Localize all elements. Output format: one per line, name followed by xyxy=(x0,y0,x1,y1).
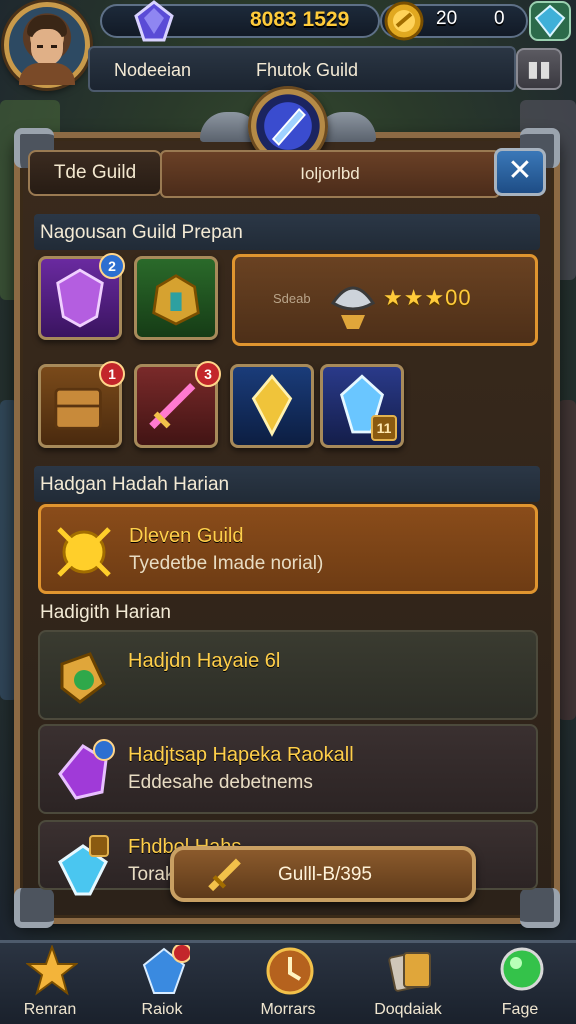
reward-stars: ★★★00 xyxy=(383,285,472,310)
task-desc: Tyedetbe Imade norial) xyxy=(129,553,324,574)
task-card[interactable]: Hadjdn Hayaie 6l xyxy=(38,630,538,720)
nav-item-fage[interactable]: Fage xyxy=(472,943,568,1024)
nav-label: Doqdaiak xyxy=(374,1001,442,1018)
coin-amount-secondary: 0 xyxy=(494,8,505,29)
slot-badge: 11 xyxy=(371,415,397,441)
nav-label: Morrars xyxy=(260,1001,316,1018)
menu-icon: ▮▮ xyxy=(526,56,552,81)
winged-trophy-icon xyxy=(330,286,376,329)
background-tile xyxy=(558,400,576,720)
nav-label: Raiok xyxy=(141,1001,183,1018)
purple-rune-icon xyxy=(58,739,115,800)
top-hud: 8083 1529 20 0 Nodeeian Fhutok Guild ▮▮ xyxy=(0,0,576,96)
nav-item-raiok[interactable]: Raiok xyxy=(114,943,210,1024)
hud-tab-bar: Nodeeian Fhutok Guild xyxy=(88,46,516,92)
task-desc: Eddesahe debetnems xyxy=(128,772,313,793)
item-slot[interactable] xyxy=(134,256,218,340)
close-button[interactable]: ✕ xyxy=(494,148,546,196)
task-card[interactable]: Hadjtsap Hapeka Raokall Eddesahe debetne… xyxy=(38,724,538,814)
blue-crystal-icon xyxy=(251,374,293,437)
sword-icon xyxy=(208,858,241,892)
blue-diamond-icon xyxy=(58,835,109,896)
gold-coin-icon xyxy=(384,1,424,41)
item-slot[interactable] xyxy=(230,364,314,448)
hud-tab-2[interactable]: Fhutok Guild xyxy=(256,60,358,81)
menu-button[interactable]: ▮▮ xyxy=(516,48,562,90)
nav-label: Renran xyxy=(23,1001,77,1018)
cards-icon xyxy=(388,952,431,992)
section-header: Nagousan Guild Prepan xyxy=(34,214,540,250)
nav-item-morrars[interactable]: Morrars xyxy=(240,943,336,1024)
nav-label: Fage xyxy=(501,1001,539,1018)
panel-corner xyxy=(14,888,54,928)
item-slot[interactable]: 1 xyxy=(38,361,125,448)
reward-card[interactable]: Sdeab ★★★00 xyxy=(232,254,538,346)
star-icon xyxy=(26,945,78,996)
reward-label: Sdeab xyxy=(273,291,311,306)
purple-gem-icon xyxy=(134,0,174,42)
gold-amount: 8083 1529 xyxy=(250,8,350,31)
hud-tab-1[interactable]: Nodeeian xyxy=(114,60,191,81)
claim-label: Gulll-B/395 xyxy=(278,864,372,885)
slot-badge: 3 xyxy=(195,361,221,387)
nav-item-doqdaiak[interactable]: Doqdaiak xyxy=(360,943,456,1024)
item-slot[interactable]: 11 xyxy=(320,364,404,448)
claim-guild-button[interactable]: Gulll-B/395 xyxy=(170,846,476,902)
green-orb-icon xyxy=(500,947,544,991)
close-icon: ✕ xyxy=(507,154,533,187)
coin-amount: 20 xyxy=(436,8,458,29)
green-amulet-icon xyxy=(60,652,106,704)
task-card[interactable]: Dleven Guild Tyedetbe Imade norial) xyxy=(38,504,538,594)
green-helm-icon xyxy=(152,274,200,326)
slot-badge: 1 xyxy=(99,361,125,387)
player-avatar[interactable] xyxy=(4,2,90,88)
panel-header: Tde Guild Ioljorlbd ✕ xyxy=(28,148,548,198)
section-header: Hadgan Hadah Harian xyxy=(34,466,540,502)
panel-corner xyxy=(520,888,560,928)
slot-badge: 2 xyxy=(99,253,125,279)
item-slot[interactable]: 2 xyxy=(38,253,125,340)
nav-item-renran[interactable]: Renran xyxy=(2,943,98,1024)
task-title: Dleven Guild xyxy=(129,525,244,547)
section-header: Hadigith Harian xyxy=(40,602,171,623)
task-title: Hadjdn Hayaie 6l xyxy=(128,650,281,672)
clock-shield-icon xyxy=(266,947,314,995)
add-gem-icon[interactable] xyxy=(528,0,572,42)
tab-guild[interactable]: Tde Guild xyxy=(28,150,162,196)
blue-gem-icon xyxy=(142,945,190,994)
gold-coin-icon xyxy=(57,527,111,577)
tab-active[interactable]: Ioljorlbd xyxy=(160,150,500,198)
bottom-nav: Renran Raiok Morrars Doqdaiak Fage xyxy=(0,940,576,1024)
item-slot[interactable]: 3 xyxy=(134,361,221,448)
task-desc: Torak xyxy=(128,864,175,885)
task-title: Hadjtsap Hapeka Raokall xyxy=(128,744,354,766)
